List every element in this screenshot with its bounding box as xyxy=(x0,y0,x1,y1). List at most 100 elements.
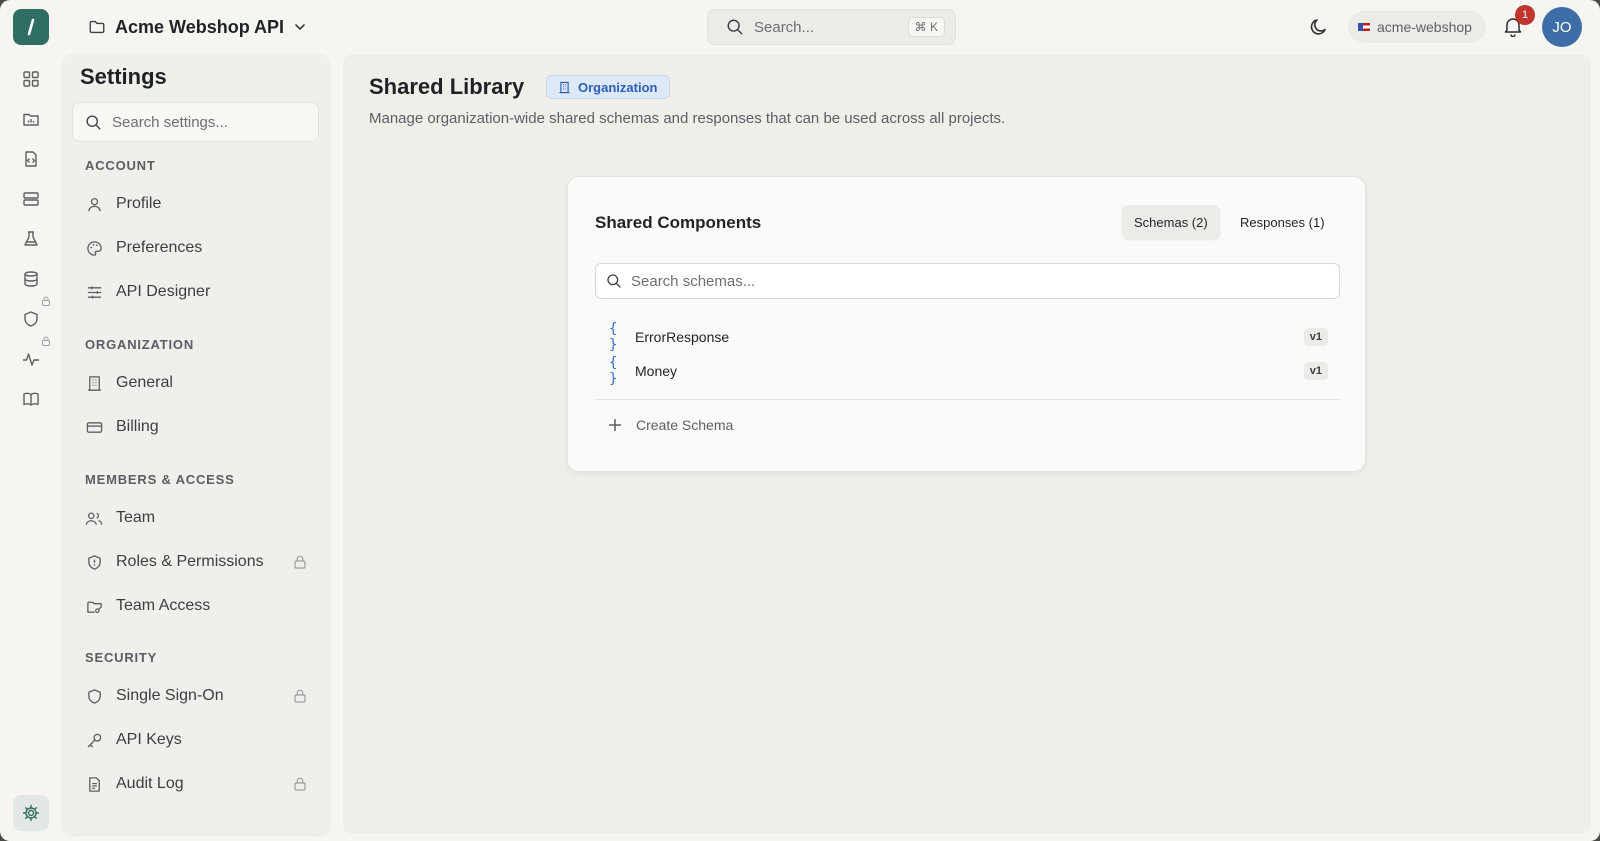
schema-name: ErrorResponse xyxy=(635,329,730,345)
settings-panel: Settings Search settings... ACCOUNT Prof… xyxy=(63,54,329,834)
building-icon xyxy=(85,374,103,392)
schema-search-placeholder: Search schemas... xyxy=(631,272,756,290)
scope-badge-label: Organization xyxy=(578,79,658,95)
lock-icon xyxy=(41,296,51,306)
page-description: Manage organization-wide shared schemas … xyxy=(369,110,1006,127)
settings-item-audit-log[interactable]: Audit Log xyxy=(77,766,315,802)
user-icon xyxy=(85,195,103,213)
moon-icon xyxy=(1310,19,1326,35)
notification-count-badge: 1 xyxy=(1515,5,1535,25)
search-icon xyxy=(607,274,621,288)
dashboard-icon[interactable] xyxy=(20,68,42,90)
settings-item-preferences[interactable]: Preferences xyxy=(77,230,315,266)
scope-badge: Organization xyxy=(546,75,671,99)
settings-item-profile[interactable]: Profile xyxy=(77,186,315,222)
shield-icon[interactable] xyxy=(20,308,42,330)
app-logo[interactable] xyxy=(13,9,49,45)
settings-item-label: Preferences xyxy=(116,239,203,256)
settings-item-single-sign-on[interactable]: Single Sign-On xyxy=(77,678,315,714)
plus-icon xyxy=(608,418,622,432)
settings-button[interactable] xyxy=(13,795,49,831)
lock-icon xyxy=(41,336,51,346)
settings-item-label: Team Access xyxy=(116,597,211,614)
book-icon[interactable] xyxy=(20,388,42,410)
top-bar: Acme Webshop API Search... ⌘ K acme-webs… xyxy=(0,0,1600,54)
card-title: Shared Components xyxy=(595,213,762,232)
search-icon xyxy=(727,19,743,35)
settings-item-api-keys[interactable]: API Keys xyxy=(77,722,315,758)
lock-icon xyxy=(293,777,307,791)
section-label-account: ACCOUNT xyxy=(85,158,156,173)
activity-icon[interactable] xyxy=(20,348,42,370)
settings-item-label: Profile xyxy=(116,195,162,212)
folder-chart-icon[interactable] xyxy=(20,108,42,130)
settings-item-team[interactable]: Team xyxy=(77,500,315,536)
settings-item-label: Single Sign-On xyxy=(116,687,224,704)
schema-row[interactable]: { } Money v1 xyxy=(595,355,1340,387)
settings-item-team-access[interactable]: Team Access xyxy=(77,588,315,624)
theme-toggle[interactable] xyxy=(1308,16,1330,38)
chevron-down-icon xyxy=(295,24,305,31)
database-icon[interactable] xyxy=(20,268,42,290)
code-file-icon[interactable] xyxy=(20,148,42,170)
create-schema-label: Create Schema xyxy=(636,417,734,433)
shield-icon xyxy=(85,687,103,705)
lock-icon xyxy=(293,555,307,569)
create-schema-button[interactable]: Create Schema xyxy=(608,413,733,437)
server-icon[interactable] xyxy=(20,188,42,210)
section-label-security: SECURITY xyxy=(85,650,158,665)
schema-name: Money xyxy=(635,363,678,379)
global-search[interactable]: Search... ⌘ K xyxy=(707,9,956,45)
settings-item-roles-permissions[interactable]: Roles & Permissions xyxy=(77,544,315,580)
project-switcher[interactable]: Acme Webshop API xyxy=(88,14,307,40)
tab-schemas[interactable]: Schemas (2) xyxy=(1122,205,1220,239)
building-icon xyxy=(559,81,570,93)
folder-icon xyxy=(89,20,105,34)
page-title: Shared Library xyxy=(369,74,525,99)
schema-row[interactable]: { } ErrorResponse v1 xyxy=(595,321,1340,353)
settings-item-billing[interactable]: Billing xyxy=(77,409,315,445)
logo-slash-icon xyxy=(27,18,35,36)
shared-components-card: Shared Components Schemas (2) Responses … xyxy=(567,176,1366,472)
org-switcher[interactable]: acme-webshop xyxy=(1348,11,1486,43)
settings-item-label: API Designer xyxy=(116,283,211,300)
gear-icon xyxy=(22,804,40,822)
palette-icon xyxy=(85,239,103,257)
search-icon xyxy=(86,114,101,130)
settings-title: Settings xyxy=(80,64,167,89)
settings-item-api-designer[interactable]: API Designer xyxy=(77,274,315,310)
tab-responses[interactable]: Responses (1) xyxy=(1228,205,1337,239)
users-icon xyxy=(85,509,103,527)
section-label-members-access: MEMBERS & ACCESS xyxy=(85,472,235,487)
user-avatar[interactable]: JO xyxy=(1542,7,1582,47)
flask-icon[interactable] xyxy=(20,228,42,250)
settings-item-label: API Keys xyxy=(116,731,182,748)
settings-search-input[interactable]: Search settings... xyxy=(72,102,319,142)
global-search-placeholder: Search... xyxy=(754,18,815,36)
settings-item-label: Audit Log xyxy=(116,775,184,792)
settings-item-label: General xyxy=(116,374,173,391)
icon-rail xyxy=(0,54,62,841)
schema-search-input[interactable]: Search schemas... xyxy=(595,263,1340,299)
project-name: Acme Webshop API xyxy=(115,16,285,37)
braces-icon: { } xyxy=(609,321,618,353)
key-icon xyxy=(85,731,103,749)
org-slug: acme-webshop xyxy=(1377,19,1472,35)
main-content: Shared Library Organization Manage organ… xyxy=(343,54,1591,834)
settings-item-label: Team xyxy=(116,509,156,526)
version-badge: v1 xyxy=(1303,328,1328,346)
credit-card-icon xyxy=(85,418,103,436)
divider xyxy=(595,399,1340,400)
search-shortcut: ⌘ K xyxy=(907,17,945,37)
settings-item-label: Billing xyxy=(116,418,159,435)
settings-item-general[interactable]: General xyxy=(77,365,315,401)
app-window: Acme Webshop API Search... ⌘ K acme-webs… xyxy=(0,0,1600,841)
braces-icon: { } xyxy=(609,355,618,387)
sliders-icon xyxy=(85,283,103,301)
settings-search-placeholder: Search settings... xyxy=(112,113,228,131)
document-icon xyxy=(85,775,103,793)
shield-icon xyxy=(85,553,103,571)
folder-key-icon xyxy=(85,597,103,615)
version-badge: v1 xyxy=(1303,362,1328,380)
flag-icon xyxy=(1358,23,1370,31)
